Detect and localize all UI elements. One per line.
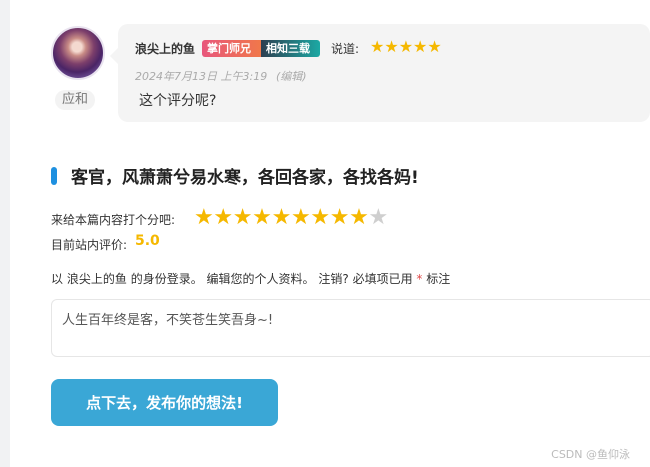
rate-label: 来给本篇内容打个分吧: [51,213,176,227]
avatar-name-tag: 应和 [55,90,95,110]
comment-date: 2024年7月13日 上午3:19 [135,70,268,83]
required-asterisk: * [416,272,423,286]
rating-star-4[interactable]: ★ [252,204,272,232]
left-margin-strip [0,0,10,467]
comment-star-rating: ★★★★★ [370,37,442,56]
login-mid-text: 的身份登录。 [130,272,203,286]
rating-star-3[interactable]: ★ [233,204,253,232]
comment-said-label: 说道: [331,42,360,56]
rating-star-8[interactable]: ★ [330,204,350,232]
comment-textarea[interactable]: 人生百年终是客，不笑苍生笑吾身~! [51,299,650,357]
required-note: 必填项已用 [352,272,413,286]
submit-comment-button[interactable]: 点下去，发布你的想法! [51,379,278,426]
reply-title: 客官，风萧萧兮易水寒，各回各家，各找各妈! [71,168,419,188]
commenter-avatar[interactable] [51,26,105,80]
rating-star-2[interactable]: ★ [213,204,233,232]
login-prefix: 以 [51,272,64,286]
badge-senior-brother: 掌门师兄 [202,40,261,57]
login-info-line: 以 浪尖上的鱼 的身份登录。 编辑您的个人资料。 注销? 必填项已用 * 标注 [51,270,450,287]
rating-star-9[interactable]: ★ [349,204,369,232]
comment-edit-link[interactable]: (编辑) [276,68,307,84]
score-value: 5.0 [135,233,160,249]
edit-profile-link[interactable]: 编辑您的个人资料。 [207,272,315,286]
rating-star-7[interactable]: ★ [310,204,330,232]
watermark: CSDN @鱼仰泳 [551,448,630,461]
login-user-link[interactable]: 浪尖上的鱼 [67,272,127,286]
comment-text: 这个评分呢? [139,93,217,109]
required-mark-text: 标注 [426,272,451,286]
badge-three-years: 相知三载 [261,40,320,57]
title-accent-bar [51,167,57,185]
rating-star-6[interactable]: ★ [291,204,311,232]
logout-link[interactable]: 注销? [318,272,348,286]
rating-star-1[interactable]: ★ [194,204,214,232]
score-label: 目前站内评价: [51,238,128,252]
comment-author[interactable]: 浪尖上的鱼 [135,40,195,57]
rating-stars[interactable]: ★ ★ ★ ★ ★ ★ ★ ★ ★ ★ [194,204,388,232]
rating-star-5[interactable]: ★ [272,204,292,232]
rating-star-10[interactable]: ★ [369,204,389,232]
